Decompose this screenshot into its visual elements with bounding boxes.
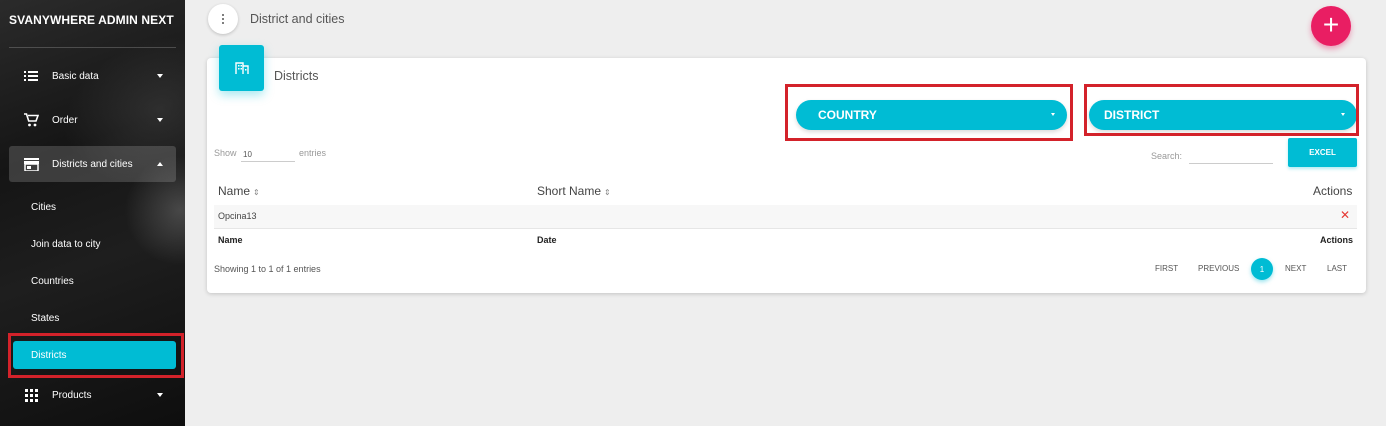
card-title: Districts (274, 69, 319, 83)
sidebar-item-label: Order (52, 114, 78, 126)
districts-card (207, 58, 1366, 293)
excel-export-button[interactable]: EXCEL (1288, 138, 1357, 167)
country-dropdown-label: COUNTRY (818, 108, 877, 122)
sort-icon: ⇕ (253, 188, 260, 197)
more-vertical-icon (222, 14, 224, 24)
cart-icon (23, 112, 39, 128)
table-row (214, 205, 1357, 229)
sidebar-item-label: Products (52, 389, 92, 401)
column-header-actions: Actions (1313, 184, 1353, 198)
sidebar-subitem-districts[interactable]: Districts (13, 341, 176, 369)
list-icon (23, 68, 39, 84)
sidebar-item-order[interactable]: Order (9, 102, 176, 138)
pagination-page-1[interactable]: 1 (1251, 258, 1273, 280)
more-menu-button[interactable] (208, 4, 238, 34)
search-input[interactable] (1189, 149, 1273, 164)
grid-icon (23, 387, 39, 403)
store-icon (23, 156, 39, 172)
delete-icon[interactable]: ✕ (1340, 208, 1350, 222)
add-button[interactable]: + (1311, 6, 1351, 46)
chevron-down-icon (157, 393, 163, 397)
show-label: Show (214, 148, 237, 158)
brand-divider (9, 47, 176, 48)
chevron-down-icon (157, 74, 163, 78)
entries-per-page-select[interactable]: 10 (241, 150, 295, 162)
pagination-first[interactable]: FIRST (1155, 264, 1178, 273)
building-icon (219, 45, 264, 91)
country-dropdown[interactable]: COUNTRY (796, 100, 1067, 130)
pagination-last[interactable]: LAST (1327, 264, 1347, 273)
chevron-down-icon (157, 118, 163, 122)
sidebar-item-products[interactable]: Products (9, 377, 176, 413)
pagination-previous[interactable]: PREVIOUS (1198, 264, 1239, 273)
chevron-up-icon (157, 162, 163, 166)
sidebar-subitem-states[interactable]: States (9, 303, 176, 333)
sidebar-subitem-join-data-to-city[interactable]: Join data to city (9, 229, 176, 259)
footer-header-date: Date (537, 235, 557, 245)
entries-label: entries (299, 148, 327, 158)
sidebar-item-districts-and-cities[interactable]: Districts and cities (9, 146, 176, 182)
district-dropdown-label: DISTRICT (1104, 108, 1160, 122)
table-info: Showing 1 to 1 of 1 entries (214, 264, 321, 274)
sidebar-subitem-cities[interactable]: Cities (9, 192, 176, 222)
sidebar-item-basic-data[interactable]: Basic data (9, 58, 176, 94)
footer-header-name: Name (218, 235, 243, 245)
table-cell-name: Opcina13 (218, 211, 257, 221)
district-dropdown[interactable]: DISTRICT (1089, 100, 1357, 130)
sidebar-subitem-countries[interactable]: Countries (9, 266, 176, 296)
sidebar-item-label: Basic data (52, 70, 99, 82)
sort-icon: ⇕ (604, 188, 611, 197)
app-title[interactable]: SVANYWHERE ADMIN NEXT (0, 0, 185, 42)
search-label: Search: (1151, 151, 1183, 161)
column-header-name[interactable]: Name ⇕ (218, 184, 260, 198)
footer-header-actions: Actions (1320, 235, 1354, 245)
column-header-short-name[interactable]: Short Name ⇕ (537, 184, 611, 198)
pagination-next[interactable]: NEXT (1285, 264, 1306, 273)
sidebar-item-label: Districts and cities (52, 158, 133, 170)
caret-down-icon (1051, 113, 1055, 116)
caret-down-icon (1341, 113, 1345, 116)
page-title: District and cities (250, 12, 345, 26)
